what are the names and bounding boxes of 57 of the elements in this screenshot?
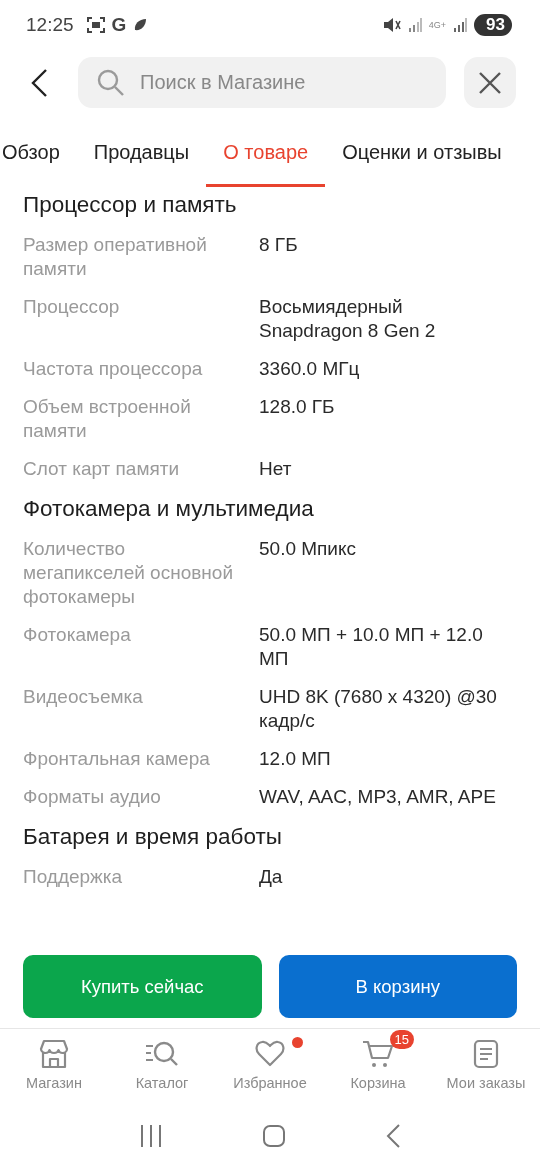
section-title: Фотокамера и мультимедиа — [23, 495, 315, 523]
recent-apps-icon[interactable] — [139, 1123, 164, 1148]
spec-label: Поддержка — [23, 865, 124, 889]
nav-item[interactable]: Мои заказы — [432, 1029, 540, 1101]
spec-label: Процессор — [23, 295, 121, 319]
spec-value: Да — [259, 865, 284, 889]
search-field[interactable]: Поиск в Магазине — [78, 57, 446, 108]
tab[interactable]: Обзор — [2, 115, 77, 187]
spec-value: 8 ГБ — [259, 233, 299, 257]
heart-icon — [255, 1039, 285, 1067]
spec-value: WAV, AAC, MP3, AMR, APE — [259, 785, 497, 809]
network-type: 4G+ — [428, 20, 447, 30]
signal-icon — [453, 18, 468, 32]
nav-item[interactable]: Избранное — [216, 1029, 324, 1101]
cart-count-badge: 15 — [389, 1030, 414, 1049]
spec-value: UHD 8K (7680 x 4320) @30 кадр/с — [259, 685, 498, 733]
add-to-cart-button[interactable]: В корзину — [278, 955, 517, 1018]
spec-label: Видеосъемка — [23, 685, 144, 709]
nav-item[interactable]: Каталог — [108, 1029, 216, 1101]
close-icon — [478, 70, 502, 95]
screenshot-icon — [86, 17, 105, 33]
close-button[interactable] — [464, 57, 516, 108]
back-icon[interactable] — [384, 1122, 401, 1149]
spec-value: 12.0 МП — [259, 747, 332, 771]
leaf-icon — [133, 18, 148, 32]
buy-now-button[interactable]: Купить сейчас — [23, 955, 262, 1018]
spec-value: 50.0 МП + 10.0 МП + 12.0 МП — [259, 623, 484, 671]
spec-value: 128.0 ГБ — [259, 395, 336, 419]
orders-list-icon — [473, 1039, 499, 1069]
spec-value: 50.0 Мпикс — [259, 537, 357, 561]
spec-label: Форматы аудио — [23, 785, 162, 809]
spec-label: Фронтальная камера — [23, 747, 211, 771]
status-time: 12:25 — [26, 14, 74, 36]
nav-item[interactable]: Магазин — [0, 1029, 108, 1101]
spec-label: Объем встроенной памяти — [23, 395, 192, 443]
spec-label: Количество мегапикселей основной фотокамеры — [23, 537, 234, 609]
battery-indicator: 93 — [474, 14, 512, 36]
section-title: Батарея и время работы — [23, 823, 283, 851]
spec-value: Восьмиядерный Snapdragon 8 Gen 2 — [259, 295, 437, 343]
tab[interactable]: Продавцы — [76, 115, 207, 187]
home-icon[interactable] — [262, 1123, 286, 1148]
spec-label: Частота процессора — [23, 357, 204, 381]
section-title: Процессор и память — [23, 191, 238, 219]
tab[interactable]: О товаре — [206, 115, 326, 187]
status-letter: G — [111, 14, 127, 36]
spec-label: Фотокамера — [23, 623, 132, 647]
spec-label: Слот карт памяти — [23, 457, 181, 481]
spec-value: 3360.0 МГц — [259, 357, 361, 381]
tab[interactable]: Оценки и отзывы — [325, 115, 519, 187]
spec-label: Размер оперативной памяти — [23, 233, 208, 281]
cart-icon — [362, 1039, 394, 1069]
signal-icon — [407, 18, 422, 32]
search-icon — [96, 68, 126, 98]
spec-value: Нет — [259, 457, 293, 481]
mute-icon — [382, 17, 401, 33]
nav-item[interactable]: 15 Корзина — [324, 1029, 432, 1101]
store-icon — [38, 1039, 70, 1069]
